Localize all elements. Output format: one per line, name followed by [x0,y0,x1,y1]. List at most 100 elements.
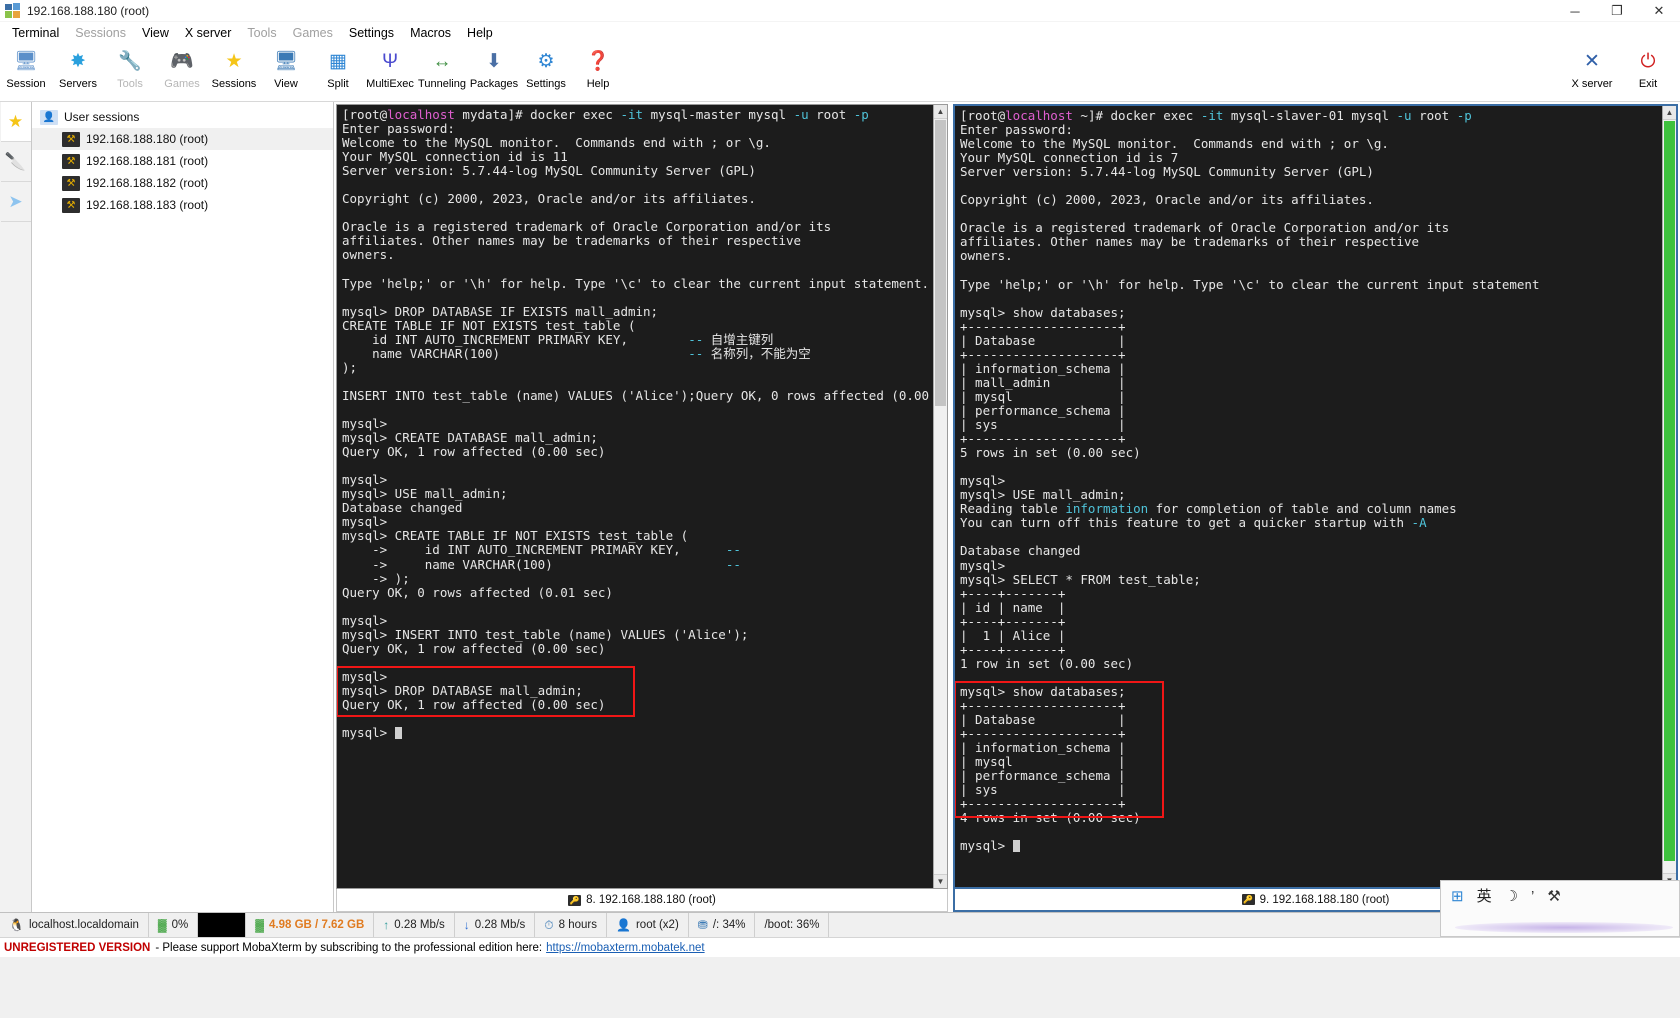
terminal-line: Query OK, 1 row affected (0.00 sec) [342,444,606,460]
toolbar-button-split[interactable]: ▦ Split [312,45,364,91]
status-black-box[interactable] [198,913,247,937]
toolbar-button-view[interactable]: 🖥 View [260,45,312,91]
session-item-label: 192.168.188.182 (root) [86,176,209,190]
toolbar-button-label: X server [1571,78,1613,90]
session-item-3[interactable]: ⚒ 192.168.188.183 (root) [32,194,333,216]
toolbar-button-packages[interactable]: ⬇ Packages [468,45,520,91]
terminal-line: mysql> CREATE DATABASE mall_admin; [342,430,598,446]
status-memory[interactable]: ▓ 4.98 GB / 7.62 GB [246,913,375,937]
status-boot[interactable]: /boot: 36% [755,913,830,937]
sidebar-tab-tools[interactable]: 🔪 [0,142,31,182]
session-item-label: 192.168.188.183 (root) [86,198,209,212]
terminal-line: mysql> [342,612,388,628]
key-icon: ⚒ [62,175,80,191]
maximize-button[interactable]: ❐ [1596,0,1638,22]
status-uptime[interactable]: ⏱ 8 hours [535,913,608,937]
status-label: 8 hours [558,919,598,931]
toolbar-button-label: Tools [117,78,143,90]
terminal-line: 4 rows in set (0.00 sec) [960,810,1141,826]
terminal-line: mysql> [960,557,1006,573]
split-icon: ▦ [329,50,347,72]
moon-icon[interactable]: ☽ [1505,889,1518,904]
window-title: 192.168.188.180 (root) [27,3,150,18]
terminal-left-output[interactable]: [root@localhost mydata]# docker exec -it… [337,105,933,888]
mobaxterm-link[interactable]: https://mobaxterm.mobatek.net [546,942,705,954]
toolbar-button-help[interactable]: ❓ Help [572,45,624,91]
status-label: /: 34% [712,919,746,931]
status-upload[interactable]: ↑ 0.28 Mb/s [374,913,455,937]
terminal-left-scrollbar[interactable]: ▲ ▼ [933,105,947,888]
status-cpu[interactable]: ▓ 0% [149,913,199,937]
terminal-line: Your MySQL connection id is 11 [342,149,568,165]
toolbox-icon[interactable]: ⚒ [1547,889,1560,904]
terminal-line: mysql> SELECT * FROM test_table; [960,571,1201,587]
terminal-left-tab[interactable]: 🔑 8. 192.168.188.180 (root) [336,889,948,912]
menu-item-terminal[interactable]: Terminal [4,24,67,42]
terminal-right-output[interactable]: [root@localhost ~]# docker exec -it mysq… [955,106,1662,887]
menu-item-settings[interactable]: Settings [341,24,402,42]
terminal-right-scrollbar[interactable]: ▲ ▼ [1662,106,1676,887]
terminal-line: | sys | [960,417,1126,433]
status-disk[interactable]: ⛃ /: 34% [689,913,756,937]
windows-ime-icon[interactable]: ⊞ [1451,889,1464,904]
help-icon: ❓ [586,50,610,72]
session-item-2[interactable]: ⚒ 192.168.188.182 (root) [32,172,333,194]
toolbar-button-x-server[interactable]: ✕ X server [1564,45,1620,91]
terminal-line: | Database | [960,332,1126,348]
sidebar-tab-star[interactable]: ★ [0,102,31,142]
comma-icon[interactable]: ’ [1531,889,1534,904]
status-download[interactable]: ↓ 0.28 Mb/s [455,913,536,937]
system-tray: ⊞ 英 ☽ ’ ⚒ [1440,880,1680,937]
menu-item-view[interactable]: View [134,24,177,42]
scroll-thumb-right[interactable] [1664,121,1675,861]
terminal-line: +----+-------+ [960,613,1066,629]
close-button[interactable]: ✕ [1638,0,1680,22]
minimize-button[interactable]: ─ [1554,0,1596,22]
terminal-line: | id | name | [960,599,1066,615]
toolbar-button-servers[interactable]: ✸ Servers [52,45,104,91]
toolbar-button-multiexec[interactable]: Ψ MultiExec [364,45,416,91]
tray-glow [1455,922,1673,933]
tools-icon: 🔧 [118,50,142,72]
terminal-line: | mall_admin | [960,374,1126,390]
session-item-1[interactable]: ⚒ 192.168.188.181 (root) [32,150,333,172]
scroll-thumb-left[interactable] [935,120,946,406]
terminal-line: Copyright (c) 2000, 2023, Oracle and/or … [342,191,756,207]
download-icon: ↓ [463,918,470,932]
terminal-line: +--------------------+ [960,796,1126,812]
terminal-line: Your MySQL connection id is 7 [960,150,1179,166]
status-user[interactable]: 👤 root (x2) [607,913,689,937]
chinese-ime-icon[interactable]: 英 [1477,889,1492,904]
toolbar-button-session[interactable]: 🖥 Session [0,45,52,91]
scroll-up-arrow-right[interactable]: ▲ [1663,106,1676,120]
toolbar-button-tunneling[interactable]: ↔ Tunneling [416,45,468,91]
menu-item-x-server[interactable]: X server [177,24,240,42]
toolbar-button-exit[interactable]: ⏻ Exit [1620,45,1676,91]
toolbar-button-settings[interactable]: ⚙ Settings [520,45,572,91]
menu-bar: Terminal Sessions View X server Tools Games Se… [0,22,1680,43]
menu-item-macros[interactable]: Macros [402,24,459,42]
sidebar-tab-send[interactable]: ➤ [0,182,31,222]
toolbar-button-tools: 🔧 Tools [104,45,156,91]
toolbar-button-label: Sessions [211,78,257,90]
toolbar-button-sessions[interactable]: ★ Sessions [208,45,260,91]
servers-icon: ✸ [70,50,86,72]
scroll-down-arrow-left[interactable]: ▼ [934,874,947,888]
menu-item-help[interactable]: Help [459,24,501,42]
terminal-line: Welcome to the MySQL monitor. Commands e… [342,135,771,151]
terminal-line: | 1 | Alice | [960,627,1066,643]
terminal-line: +--------------------+ [960,726,1126,742]
scroll-up-arrow-left[interactable]: ▲ [934,105,947,119]
session-item-0[interactable]: ⚒ 192.168.188.180 (root) [32,128,333,150]
toolbar-button-label: Servers [59,78,97,90]
terminal-line: Database changed [342,500,463,516]
tree-root-user-sessions[interactable]: 👤 User sessions [32,106,333,128]
session-item-label: 192.168.188.181 (root) [86,154,209,168]
terminal-line: -> ); [342,570,410,586]
status-linux[interactable]: 🐧 localhost.localdomain [0,913,149,937]
